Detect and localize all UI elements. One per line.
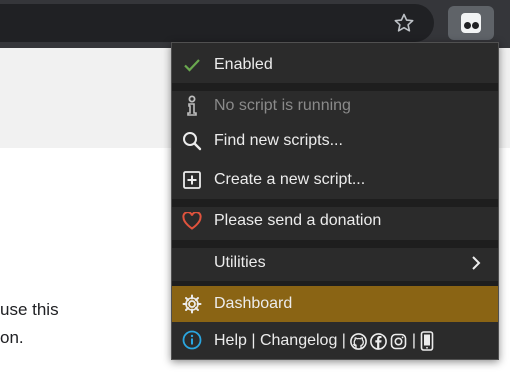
page-body — [0, 148, 178, 386]
page-text-line: on. — [0, 328, 24, 347]
footer-line: Help | Changelog | | — [214, 331, 434, 351]
info-circle-icon — [182, 330, 202, 350]
github-icon[interactable] — [350, 332, 368, 350]
heart-icon — [182, 211, 202, 231]
social-links — [350, 332, 407, 350]
facebook-icon[interactable] — [370, 332, 388, 350]
utilities-item[interactable]: Utilities — [172, 245, 498, 281]
changelog-link[interactable]: Changelog — [260, 332, 337, 349]
find-new-scripts-item[interactable]: Find new scripts... — [172, 123, 498, 159]
footer-separator: | — [246, 332, 260, 350]
extension-popup-menu: Enabled No script is running Find new sc… — [171, 42, 499, 360]
phone-icon[interactable] — [420, 331, 434, 351]
donation-label: Please send a donation — [214, 212, 382, 229]
tampermonkey-icon — [461, 13, 481, 33]
page-text-line: use this — [0, 300, 59, 319]
dashboard-item[interactable]: Dashboard — [172, 286, 498, 322]
no-script-label: No script is running — [214, 97, 351, 114]
search-icon — [182, 131, 202, 151]
dashboard-label: Dashboard — [214, 295, 293, 312]
browser-toolbar — [0, 0, 510, 48]
utilities-label: Utilities — [214, 254, 266, 271]
create-new-script-item[interactable]: Create a new script... — [172, 162, 498, 198]
instagram-icon[interactable] — [390, 333, 407, 350]
chevron-right-icon — [472, 256, 481, 270]
help-link[interactable]: Help — [214, 332, 247, 349]
footer-separator: | — [407, 332, 421, 350]
address-bar[interactable] — [0, 4, 434, 42]
footer-separator: | — [337, 332, 351, 350]
donation-item[interactable]: Please send a donation — [172, 203, 498, 239]
find-new-scripts-label: Find new scripts... — [214, 132, 343, 149]
footer-links: Help | Changelog | | — [172, 322, 498, 358]
no-script-item: No script is running — [172, 88, 498, 124]
star-icon[interactable] — [392, 11, 416, 35]
plus-square-icon — [182, 170, 202, 190]
info-icon — [182, 95, 202, 116]
enabled-toggle[interactable]: Enabled — [172, 47, 498, 83]
checkmark-icon — [182, 55, 202, 75]
tampermonkey-extension-button[interactable] — [448, 6, 494, 40]
gear-icon — [182, 294, 202, 314]
enabled-label: Enabled — [214, 56, 273, 73]
create-new-script-label: Create a new script... — [214, 171, 366, 188]
